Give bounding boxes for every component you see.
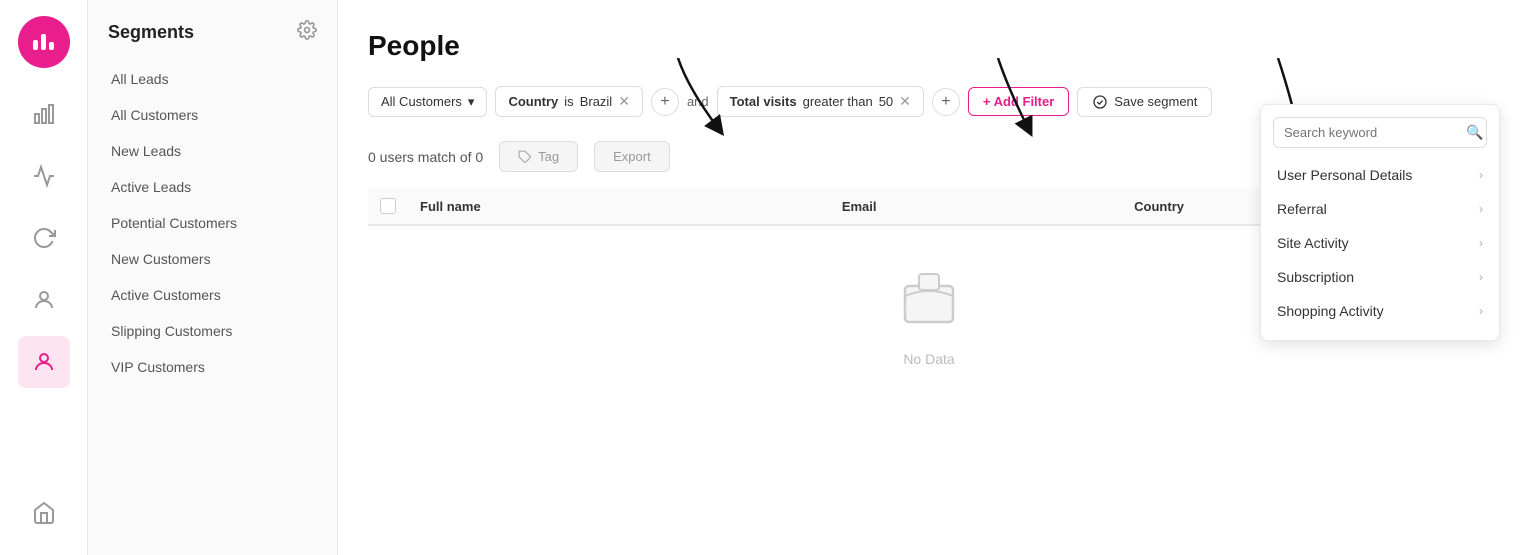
left-sidebar: Segments All LeadsAll CustomersNew Leads… <box>88 0 338 555</box>
filter-value-visits: 50 <box>879 94 893 109</box>
save-icon <box>1092 94 1108 110</box>
column-fullname: Full name <box>408 188 830 225</box>
filter-value-country: Brazil <box>580 94 613 109</box>
search-icon: 🔍 <box>1466 124 1483 141</box>
dropdown-item-shopping-activity[interactable]: Shopping Activity› <box>1261 294 1499 328</box>
export-label: Export <box>613 149 651 164</box>
sidebar-item-active-leads[interactable]: Active Leads <box>88 169 337 205</box>
filter-operator-visits: greater than <box>803 94 873 109</box>
nav-icon-dashboard[interactable] <box>18 88 70 140</box>
sidebar-title: Segments <box>108 22 194 43</box>
dropdown-items-list: User Personal Details›Referral›Site Acti… <box>1261 158 1499 328</box>
no-data-text: No Data <box>903 351 954 367</box>
sidebar-item-all-leads[interactable]: All Leads <box>88 61 337 97</box>
chevron-right-icon: › <box>1479 168 1483 182</box>
filter-segment-label: All Customers <box>381 94 462 109</box>
sidebar-item-new-customers[interactable]: New Customers <box>88 241 337 277</box>
nav-icon-analytics[interactable] <box>18 150 70 202</box>
filter-field-visits: Total visits <box>730 94 797 109</box>
sidebar-item-all-customers[interactable]: All Customers <box>88 97 337 133</box>
sidebar-item-vip-customers[interactable]: VIP Customers <box>88 349 337 385</box>
nav-icon-home[interactable] <box>18 487 70 539</box>
filter-search-input[interactable] <box>1284 125 1460 140</box>
export-button[interactable]: Export <box>594 141 670 172</box>
sidebar-item-new-leads[interactable]: New Leads <box>88 133 337 169</box>
dropdown-item-subscription[interactable]: Subscription› <box>1261 260 1499 294</box>
nav-icon-people[interactable] <box>18 336 70 388</box>
tag-icon <box>518 150 532 164</box>
dropdown-item-referral[interactable]: Referral› <box>1261 192 1499 226</box>
filter-field-country: Country <box>508 94 558 109</box>
sidebar-header: Segments <box>88 20 337 61</box>
table-header-checkbox <box>368 188 408 225</box>
main-content: People All Customers ▾ Country is Brazil… <box>338 0 1520 555</box>
filter-dropdown-overlay: 🔍 User Personal Details›Referral›Site Ac… <box>1260 104 1500 341</box>
dropdown-item-user-personal-details[interactable]: User Personal Details› <box>1261 158 1499 192</box>
add-filter-button[interactable]: + Add Filter <box>968 87 1069 116</box>
filter-add-after-country[interactable]: + <box>651 88 679 116</box>
gear-icon[interactable] <box>297 20 317 45</box>
filter-close-visits[interactable]: ✕ <box>899 93 911 110</box>
sidebar-item-slipping-customers[interactable]: Slipping Customers <box>88 313 337 349</box>
chevron-right-icon: › <box>1479 270 1483 284</box>
chevron-down-icon: ▾ <box>468 94 475 110</box>
page-title: People <box>368 30 1490 62</box>
app-logo[interactable] <box>18 16 70 68</box>
chevron-right-icon: › <box>1479 202 1483 216</box>
filter-close-country[interactable]: ✕ <box>618 93 630 110</box>
dropdown-item-site-activity[interactable]: Site Activity› <box>1261 226 1499 260</box>
nav-icon-user-circle[interactable] <box>18 274 70 326</box>
filter-search-box: 🔍 <box>1273 117 1487 148</box>
chevron-right-icon: › <box>1479 236 1483 250</box>
and-label: and <box>687 94 709 109</box>
filter-chip-visits: Total visits greater than 50 ✕ <box>717 86 924 117</box>
tag-label: Tag <box>538 149 559 164</box>
sidebar-item-active-customers[interactable]: Active Customers <box>88 277 337 313</box>
filter-add-after-visits[interactable]: + <box>932 88 960 116</box>
icon-sidebar <box>0 0 88 555</box>
match-text: 0 users match of 0 <box>368 149 483 165</box>
filter-operator-country: is <box>564 94 573 109</box>
filter-segment-dropdown[interactable]: All Customers ▾ <box>368 87 487 117</box>
select-all-checkbox[interactable] <box>380 198 396 214</box>
column-email: Email <box>830 188 1122 225</box>
save-segment-button[interactable]: Save segment <box>1077 87 1212 117</box>
chevron-right-icon: › <box>1479 304 1483 318</box>
filter-chip-country: Country is Brazil ✕ <box>495 86 642 117</box>
no-data-icon <box>897 266 961 343</box>
sidebar-item-potential-customers[interactable]: Potential Customers <box>88 205 337 241</box>
save-segment-label: Save segment <box>1114 94 1197 109</box>
sidebar-nav: All LeadsAll CustomersNew LeadsActive Le… <box>88 61 337 385</box>
tag-button[interactable]: Tag <box>499 141 578 172</box>
nav-icon-sync[interactable] <box>18 212 70 264</box>
